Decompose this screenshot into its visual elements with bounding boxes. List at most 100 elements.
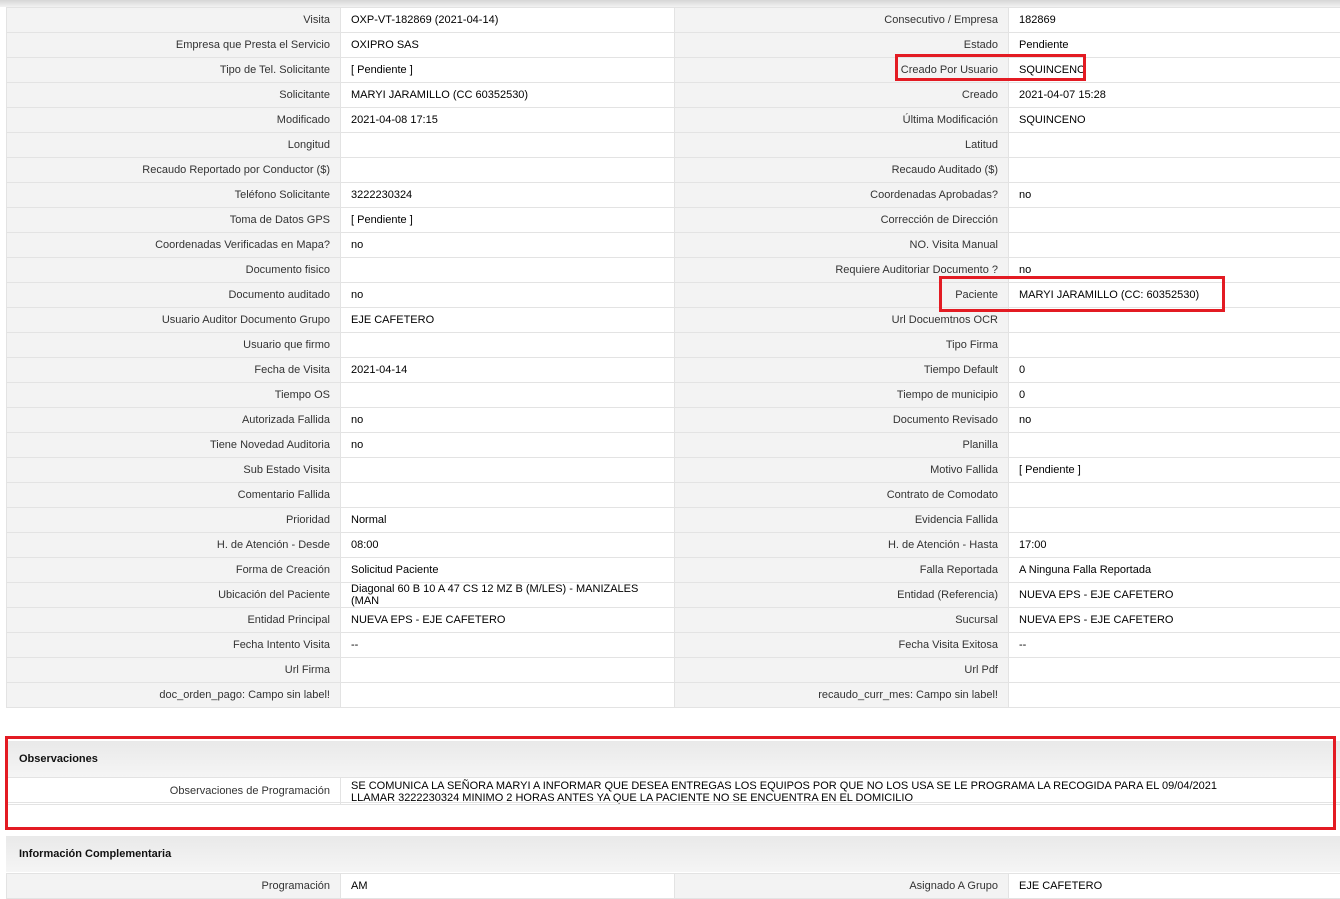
- detail-row: Solicitante MARYI JARAMILLO (CC 60352530)…: [6, 82, 1340, 108]
- complementaria-header: Información Complementaria: [6, 836, 1340, 872]
- field-value: 2021-04-08 17:15: [340, 107, 675, 133]
- field-value: [1008, 432, 1340, 458]
- detail-row: Coordenadas Verificadas en Mapa? no NO. V…: [6, 232, 1340, 258]
- field-label: Comentario Fallida: [6, 482, 341, 508]
- field-value: [1008, 232, 1340, 258]
- field-label: Autorizada Fallida: [6, 407, 341, 433]
- field-label: Visita: [6, 7, 341, 33]
- field-label: Consecutivo / Empresa: [674, 7, 1009, 33]
- field-label: Teléfono Solicitante: [6, 182, 341, 208]
- field-value: no: [340, 407, 675, 433]
- observaciones-spacer: [6, 802, 1340, 829]
- field-value: no: [340, 232, 675, 258]
- detail-row: Comentario Fallida Contrato de Comodato: [6, 482, 1340, 508]
- field-value: EJE CAFETERO: [1008, 873, 1340, 899]
- field-label: Sub Estado Visita: [6, 457, 341, 483]
- field-label: Última Modificación: [674, 107, 1009, 133]
- detail-row: Visita OXP-VT-182869 (2021-04-14) Consecut…: [6, 7, 1340, 33]
- detail-row: Documento auditado no Paciente MARYI JARAM…: [6, 282, 1340, 308]
- field-label: Programación: [6, 873, 341, 899]
- field-label: Tipo Firma: [674, 332, 1009, 358]
- field-value: no: [340, 282, 675, 308]
- complementaria-row: Programación AM Asignado A Grupo EJE CAF…: [6, 873, 1340, 899]
- observaciones-title: Observaciones: [19, 753, 98, 765]
- detail-row: doc_orden_pago: Campo sin label! recaudo_…: [6, 682, 1340, 708]
- detail-row: H. de Atención - Desde 08:00 H. de Atenció…: [6, 532, 1340, 558]
- detail-row: Teléfono Solicitante 3222230324 Coordenada…: [6, 182, 1340, 208]
- field-value: OXIPRO SAS: [340, 32, 675, 58]
- observaciones-text: SE COMUNICA LA SEÑORA MARYI A INFORMAR Q…: [351, 780, 1218, 804]
- field-label: Latitud: [674, 132, 1009, 158]
- field-value: [340, 482, 675, 508]
- field-label: Tiempo de municipio: [674, 382, 1009, 408]
- field-value: [340, 382, 675, 408]
- field-value: [ Pendiente ]: [1008, 457, 1340, 483]
- detail-row: Entidad Principal NUEVA EPS - EJE CAFETER…: [6, 607, 1340, 633]
- field-value: no: [340, 432, 675, 458]
- detail-row: Empresa que Presta el Servicio OXIPRO SAS…: [6, 32, 1340, 58]
- field-value: 0: [1008, 382, 1340, 408]
- visit-details-table: Visita OXP-VT-182869 (2021-04-14) Consecut…: [6, 7, 1340, 708]
- field-value: [1008, 657, 1340, 683]
- field-label: Tiempo OS: [6, 382, 341, 408]
- field-value: [340, 332, 675, 358]
- detail-row: Fecha de Visita 2021-04-14 Tiempo Default…: [6, 357, 1340, 383]
- field-label: Url Pdf: [674, 657, 1009, 683]
- field-label: Evidencia Fallida: [674, 507, 1009, 533]
- field-value: 182869: [1008, 7, 1340, 33]
- detail-row: Recaudo Reportado por Conductor ($) Recau…: [6, 157, 1340, 183]
- field-label: Modificado: [6, 107, 341, 133]
- visit-details-body: Visita OXP-VT-182869 (2021-04-14) Consecut…: [6, 7, 1340, 708]
- field-value: Normal: [340, 507, 675, 533]
- field-label: Usuario que firmo: [6, 332, 341, 358]
- detail-row: Forma de Creación Solicitud Paciente Falla…: [6, 557, 1340, 583]
- field-value: A Ninguna Falla Reportada: [1008, 557, 1340, 583]
- field-value: 08:00: [340, 532, 675, 558]
- field-label: Entidad (Referencia): [674, 582, 1009, 608]
- field-value: [340, 257, 675, 283]
- detail-row: Tiempo OS Tiempo de municipio 0: [6, 382, 1340, 408]
- field-value: Pendiente: [1008, 32, 1340, 58]
- detail-row: Usuario que firmo Tipo Firma: [6, 332, 1340, 358]
- field-value: MARYI JARAMILLO (CC: 60352530): [1008, 282, 1340, 308]
- field-value: [ Pendiente ]: [340, 57, 675, 83]
- detail-row: Usuario Auditor Documento Grupo EJE CAFET…: [6, 307, 1340, 333]
- field-label: Recaudo Auditado ($): [674, 157, 1009, 183]
- field-value: [340, 157, 675, 183]
- detail-row: Longitud Latitud: [6, 132, 1340, 158]
- field-label: Paciente: [674, 282, 1009, 308]
- field-value: [340, 132, 675, 158]
- field-label: Forma de Creación: [6, 557, 341, 583]
- field-label: Ubicación del Paciente: [6, 582, 341, 608]
- field-label: Creado: [674, 82, 1009, 108]
- detail-row: Ubicación del Paciente Diagonal 60 B 10 A…: [6, 582, 1340, 608]
- field-label: Fecha Intento Visita: [6, 632, 341, 658]
- field-label: Fecha Visita Exitosa: [674, 632, 1009, 658]
- field-value: [340, 657, 675, 683]
- field-value: SQUINCENO: [1008, 107, 1340, 133]
- detail-row: Url Firma Url Pdf: [6, 657, 1340, 683]
- field-value: [340, 457, 675, 483]
- detail-row: Tipo de Tel. Solicitante[ Pendiente ] Cre…: [6, 57, 1340, 83]
- field-label: Url Firma: [6, 657, 341, 683]
- field-value: AM: [340, 873, 675, 899]
- detail-row: Autorizada Fallida no Documento Revisado …: [6, 407, 1340, 433]
- field-value: 2021-04-07 15:28: [1008, 82, 1340, 108]
- field-value: 3222230324: [340, 182, 675, 208]
- field-label: Documento Revisado: [674, 407, 1009, 433]
- field-label: Usuario Auditor Documento Grupo: [6, 307, 341, 333]
- field-label: Documento fisico: [6, 257, 341, 283]
- top-bar: [0, 0, 1340, 7]
- observaciones-text-cell: SE COMUNICA LA SEÑORA MARYI A INFORMAR Q…: [340, 777, 1340, 805]
- field-value: [340, 682, 675, 708]
- field-value: 2021-04-14: [340, 357, 675, 383]
- field-value: [1008, 332, 1340, 358]
- field-label: Longitud: [6, 132, 341, 158]
- field-label: Prioridad: [6, 507, 341, 533]
- field-value: [ Pendiente ]: [340, 207, 675, 233]
- detail-row: Fecha Intento Visita -- Fecha Visita Exito…: [6, 632, 1340, 658]
- field-value: 0: [1008, 357, 1340, 383]
- complementaria-title: Información Complementaria: [19, 848, 172, 860]
- field-value: no: [1008, 182, 1340, 208]
- field-label: Corrección de Dirección: [674, 207, 1009, 233]
